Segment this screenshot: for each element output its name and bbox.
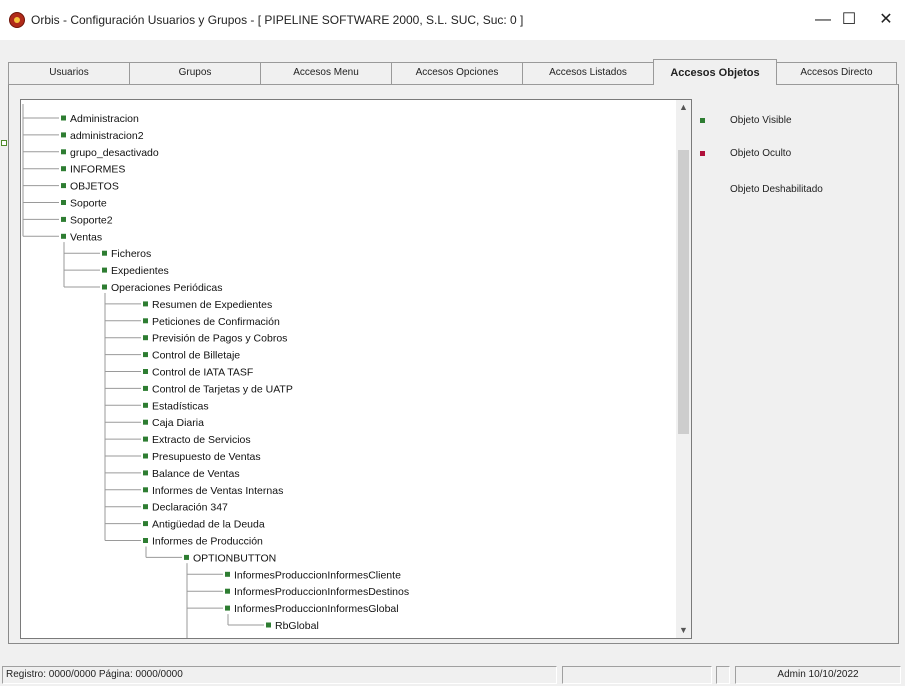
red-square-icon (700, 151, 705, 156)
tab-strip: Usuarios Grupos Accesos Menu Accesos Opc… (8, 59, 898, 85)
tree-node-icon (143, 419, 148, 425)
tree-node-label[interactable]: INFORMES (70, 164, 125, 176)
tree-node-icon (143, 402, 148, 408)
tree-canvas: Administracion administracion2 grupo_desac… (22, 104, 416, 639)
tree-node-icon (143, 301, 148, 307)
title-bar: Orbis - Configuración Usuarios y Grupos … (0, 0, 905, 40)
tree-node-label[interactable]: grupo_desactivado (70, 147, 159, 159)
status-user-date: Admin 10/10/2022 (735, 666, 901, 684)
tree-node-icon (225, 588, 230, 594)
tab-accesos-listados[interactable]: Accesos Listados (522, 62, 654, 84)
tree-node-label[interactable]: Control de IATA TASF (152, 367, 253, 379)
tree-node-label[interactable]: administracion2 (70, 130, 144, 142)
tree-node-label[interactable]: Soporte (70, 198, 107, 210)
status-record-page: Registro: 0000/0000 Página: 0000/0000 (2, 666, 557, 684)
tree-node-icon (143, 453, 148, 459)
tree-node-label[interactable]: Antigüedad de la Deuda (152, 519, 265, 531)
tree-node-icon (225, 571, 230, 577)
tree-node-icon (143, 521, 148, 527)
status-empty-1 (562, 666, 712, 684)
tree-node-label[interactable]: Informes de Producción (152, 536, 263, 548)
tree-node-label[interactable]: Control de Tarjetas y de UATP (152, 383, 293, 395)
tab-accesos-menu[interactable]: Accesos Menu (260, 62, 392, 84)
tree-node-label[interactable]: Informes de Ventas Internas (152, 485, 283, 497)
tree-node-label[interactable]: InformesProduccionInformesGlobal (234, 603, 399, 615)
tree-node-label[interactable]: Caja Diaria (152, 417, 204, 429)
tab-accesos-directo[interactable]: Accesos Directo (776, 62, 897, 84)
tab-accesos-objetos[interactable]: Accesos Objetos (653, 59, 777, 85)
tree-node-icon (225, 605, 230, 611)
tab-usuarios[interactable]: Usuarios (8, 62, 130, 84)
tree-node-label[interactable]: Declaración 347 (152, 502, 228, 514)
tree-node-icon (143, 538, 148, 543)
legend-disabled-label: Objeto Deshabilitado (730, 184, 823, 195)
legend-hidden-label: Objeto Oculto (730, 148, 792, 159)
tree-node-icon (61, 216, 66, 222)
tree-node-icon (184, 554, 189, 560)
tree-node-label[interactable]: Previsión de Pagos y Cobros (152, 333, 287, 345)
tree-node-icon (143, 369, 148, 374)
tree-node-icon (266, 622, 271, 628)
tree-node-label[interactable]: Resumen de Expedientes (152, 299, 272, 311)
tree-node-icon (61, 183, 66, 189)
tree-node-icon (143, 470, 148, 476)
tree-node-label[interactable]: Peticiones de Confirmación (152, 316, 280, 328)
green-square-icon (700, 118, 705, 123)
tree-node-label[interactable]: InformesProduccionInformesCliente (234, 569, 401, 581)
scroll-down-arrow-icon[interactable]: ▼ (676, 623, 691, 638)
tree-node-icon (61, 233, 66, 239)
tree-node-icon (61, 149, 66, 155)
selection-marker (1, 140, 7, 146)
tree-node-icon (143, 385, 148, 391)
tree-node-icon (61, 200, 66, 205)
tree-node-icon (61, 166, 66, 172)
tree-node-icon (143, 318, 148, 324)
close-button[interactable]: ✕ (866, 8, 905, 32)
status-bar: Registro: 0000/0000 Página: 0000/0000 Ad… (0, 662, 905, 686)
tab-accesos-opciones[interactable]: Accesos Opciones (391, 62, 523, 84)
tree-node-icon (143, 504, 148, 510)
maximize-button[interactable]: ☐ (829, 8, 869, 32)
scroll-up-arrow-icon[interactable]: ▲ (676, 100, 691, 115)
tree-node-icon (102, 267, 107, 273)
tree-node-label[interactable]: OPTIONBUTTON (193, 552, 276, 564)
window-title: Orbis - Configuración Usuarios y Grupos … (31, 13, 524, 27)
tree-node-icon (61, 132, 66, 138)
tree-node-label[interactable]: OBJETOS (70, 181, 119, 193)
app-icon (9, 12, 25, 28)
tree-node-label[interactable]: Administracion (70, 113, 139, 125)
tree-node-label[interactable]: Estadísticas (152, 400, 209, 412)
tab-grupos[interactable]: Grupos (129, 62, 261, 84)
tree-node-label[interactable]: Expedientes (111, 265, 169, 277)
tree-node-icon (143, 335, 148, 341)
tree-node-label[interactable]: Operaciones Periódicas (111, 282, 222, 294)
tree-node-label[interactable]: Ventas (70, 231, 102, 243)
tree-node-label[interactable]: Balance de Ventas (152, 468, 240, 480)
tree-node-icon (102, 284, 107, 290)
tree-scrollbar[interactable]: ▲ ▼ (676, 100, 691, 638)
tree-node-icon (143, 352, 148, 358)
tree-node-icon (143, 436, 148, 442)
tree-node-label[interactable]: InformesProduccionInformesProductos (234, 637, 416, 639)
legend-visible-label: Objeto Visible (730, 115, 792, 126)
tree-node-label[interactable]: Control de Billetaje (152, 350, 240, 362)
tree-node-label[interactable]: InformesProduccionInformesDestinos (234, 586, 409, 598)
tree-node-label[interactable]: Soporte2 (70, 214, 113, 226)
tree-node-icon (102, 250, 107, 256)
tree-node-label[interactable]: RbGlobal (275, 620, 319, 632)
tree-node-label[interactable]: Presupuesto de Ventas (152, 451, 261, 463)
tree-node-label[interactable]: Ficheros (111, 248, 151, 260)
tree-node-icon (143, 487, 148, 493)
status-empty-2 (716, 666, 730, 684)
scroll-thumb[interactable] (678, 150, 689, 434)
tree-node-icon (61, 115, 66, 121)
objects-tree[interactable]: Administracion administracion2 grupo_desac… (20, 99, 692, 639)
tree-node-label[interactable]: Extracto de Servicios (152, 434, 251, 446)
